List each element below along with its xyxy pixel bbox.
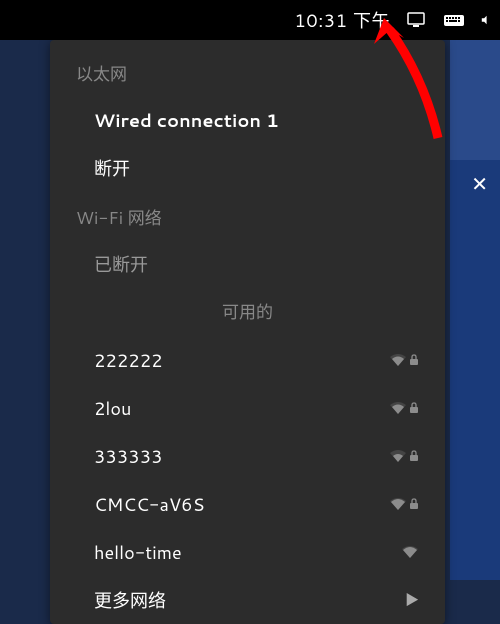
wifi-signal-secure-icon	[389, 449, 419, 463]
more-networks-label: 更多网络	[94, 587, 166, 613]
wifi-signal-secure-icon	[389, 401, 419, 415]
wifi-section-header: Wi-Fi 网络	[50, 192, 445, 240]
wifi-network-item[interactable]: 2lou	[50, 384, 445, 432]
wired-connection-label: Wired connection 1	[94, 107, 279, 133]
wifi-network-item[interactable]: CMCC-aV6S	[50, 480, 445, 528]
disconnect-item[interactable]: 断开	[50, 144, 445, 192]
close-icon[interactable]: ✕	[471, 170, 488, 198]
network-menu: 以太网 Wired connection 1 断开 Wi-Fi 网络 已断开 可…	[50, 40, 445, 624]
disconnect-label: 断开	[94, 155, 130, 181]
chevron-right-icon: ▶	[405, 590, 419, 610]
network-wired-icon[interactable]	[404, 8, 428, 32]
keyboard-icon[interactable]	[442, 8, 466, 32]
wifi-network-item[interactable]: 333333	[50, 432, 445, 480]
wifi-status-item: 已断开	[50, 240, 445, 288]
wifi-network-item[interactable]: 222222	[50, 336, 445, 384]
wifi-signal-secure-icon	[389, 497, 419, 511]
top-bar: 10:31 下午	[0, 0, 500, 40]
wifi-network-name: 222222	[94, 347, 163, 373]
wifi-network-name: 2lou	[94, 395, 131, 421]
wifi-status-label: 已断开	[94, 251, 148, 277]
wifi-network-item[interactable]: hello-time	[50, 528, 445, 576]
ethernet-section-header: 以太网	[50, 54, 445, 96]
wifi-signal-icon	[401, 545, 419, 559]
wifi-network-name: hello-time	[94, 539, 182, 565]
available-header: 可用的	[50, 288, 445, 336]
wifi-network-name: CMCC-aV6S	[94, 491, 205, 517]
clock[interactable]: 10:31 下午	[294, 7, 390, 33]
volume-icon[interactable]	[480, 8, 492, 32]
wifi-signal-secure-icon	[389, 353, 419, 367]
wired-connection-item[interactable]: Wired connection 1	[50, 96, 445, 144]
more-networks-item[interactable]: 更多网络 ▶	[50, 576, 445, 624]
wifi-network-name: 333333	[94, 443, 163, 469]
